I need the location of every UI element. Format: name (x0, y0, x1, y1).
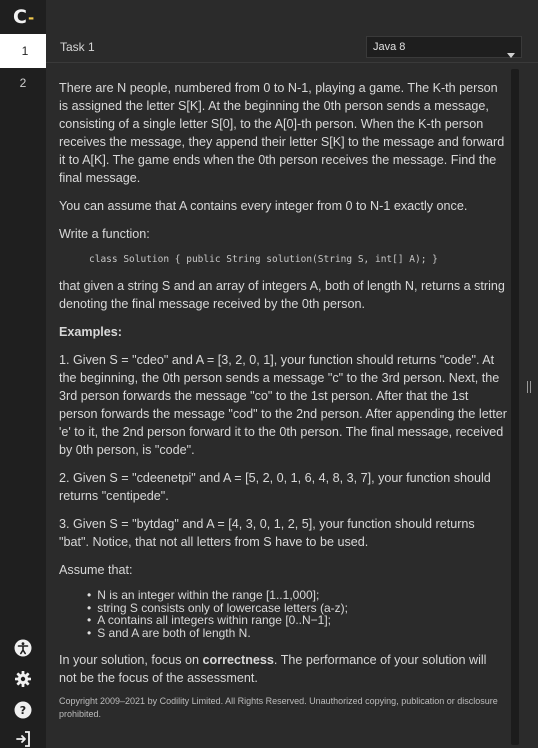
codility-logo: C- (13, 6, 35, 28)
task-description-panel: There are N people, numbered from 0 to N… (46, 62, 538, 748)
svg-text:?: ? (20, 704, 26, 717)
help-icon[interactable]: ? (13, 700, 33, 720)
task-intro: There are N people, numbered from 0 to N… (59, 81, 505, 185)
example-2: 2. Given S = "cdeenetpi" and A = [5, 2, … (59, 471, 491, 503)
constraints-list: N is an integer within the range [1..1,0… (59, 589, 507, 639)
task-header: Task 1 Java 8 (46, 34, 538, 60)
task-returns: that given a string S and an array of in… (59, 279, 505, 311)
left-rail: C- 1 2 ? (0, 0, 46, 748)
task-tab-2[interactable]: 2 (0, 66, 46, 100)
copyright-notice: Copyright 2009–2021 by Codility Limited.… (59, 696, 498, 719)
task-description: There are N people, numbered from 0 to N… (59, 79, 507, 721)
example-1: 1. Given S = "cdeo" and A = [3, 2, 0, 1]… (59, 353, 507, 457)
task-assumption: You can assume that A contains every int… (59, 199, 468, 213)
function-signature: class Solution { public String solution(… (89, 254, 438, 265)
assume-heading: Assume that: (59, 563, 133, 577)
vertical-scrollbar[interactable] (511, 69, 519, 745)
constraint-item: N is an integer within the range [1..1,0… (87, 589, 507, 602)
examples-heading: Examples: (59, 325, 122, 339)
task-tab-1[interactable]: 1 (0, 34, 46, 68)
task-title: Task 1 (60, 40, 95, 54)
constraint-item: A contains all integers within range [0.… (87, 614, 507, 627)
write-function-label: Write a function: (59, 227, 150, 241)
example-3: 3. Given S = "bytdag" and A = [4, 3, 0, … (59, 517, 475, 549)
gear-icon[interactable] (13, 669, 33, 689)
constraint-item: S and A are both of length N. (87, 626, 507, 640)
language-value: Java 8 (373, 41, 406, 53)
accessibility-icon[interactable] (13, 638, 33, 658)
panel-resize-handle[interactable] (527, 381, 535, 397)
focus-note: In your solution, focus on correctness. … (59, 653, 487, 685)
exit-icon[interactable] (13, 729, 33, 748)
chevron-down-icon (507, 45, 515, 63)
language-select[interactable]: Java 8 (366, 36, 522, 58)
